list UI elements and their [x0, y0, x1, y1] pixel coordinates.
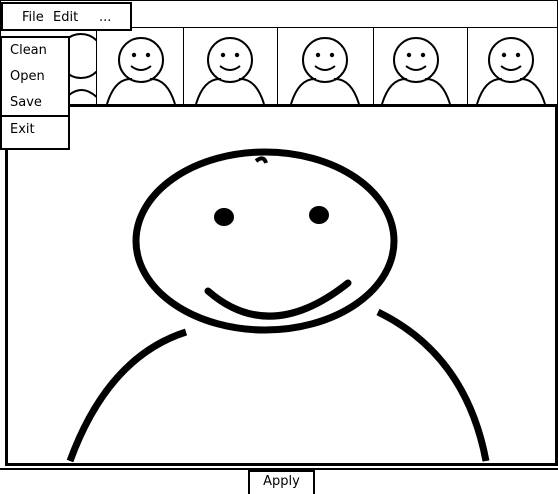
menu-item-save[interactable]: Save — [10, 95, 42, 111]
file-dropdown-menu: Clean Open Save Exit — [0, 36, 70, 150]
person-smiley-icon — [66, 148, 490, 463]
menu-file[interactable]: File — [22, 10, 44, 25]
person-smiley-icon — [290, 37, 360, 104]
thumbnail-6[interactable] — [467, 28, 558, 104]
menu-box: File Edit ... — [1, 2, 132, 31]
menu-item-open[interactable]: Open — [10, 69, 45, 85]
thumbnail-strip — [0, 27, 558, 105]
thumbnail-5[interactable] — [373, 28, 468, 104]
person-smiley-icon — [106, 37, 176, 104]
menu-item-clean[interactable]: Clean — [10, 43, 47, 59]
menu-separator — [2, 115, 68, 117]
main-viewport — [5, 104, 558, 466]
person-smiley-icon — [381, 37, 451, 104]
person-smiley-icon — [195, 37, 265, 104]
thumbnail-3[interactable] — [183, 28, 278, 104]
thumbnail-4[interactable] — [277, 28, 374, 104]
thumbnail-2[interactable] — [96, 28, 184, 104]
apply-button[interactable]: Apply — [248, 470, 315, 494]
menu-edit[interactable]: Edit — [53, 10, 78, 25]
menu-item-exit[interactable]: Exit — [10, 122, 35, 138]
person-smiley-icon — [476, 37, 546, 104]
menu-more[interactable]: ... — [99, 10, 111, 25]
